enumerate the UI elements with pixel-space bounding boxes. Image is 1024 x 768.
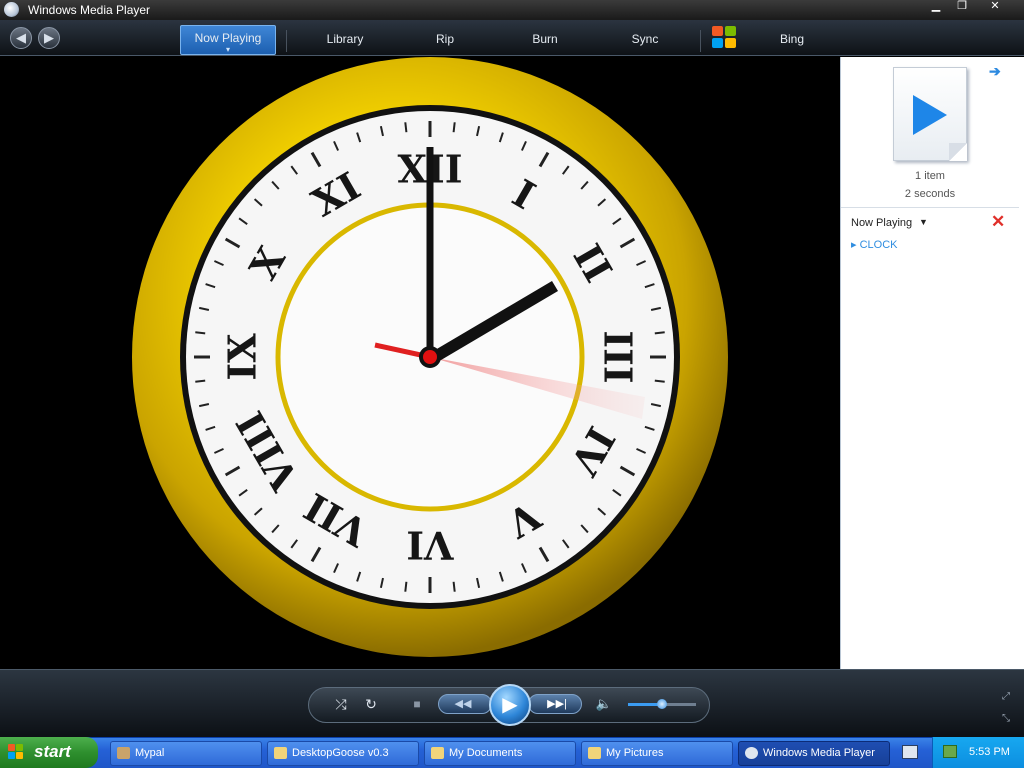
window-title: Windows Media Player <box>28 3 151 17</box>
playlist-item[interactable]: ▸ CLOCK <box>851 238 897 251</box>
taskbar-item-my-documents[interactable]: My Documents <box>424 741 576 766</box>
taskbar-item-label: DesktopGoose v0.3 <box>292 747 389 759</box>
tray-clock: 5:53 PM <box>969 746 1010 758</box>
shuffle-icon[interactable]: ⤮ <box>331 693 351 715</box>
center-pin <box>423 350 437 364</box>
minute-tick <box>195 379 206 383</box>
minute-tick <box>452 581 456 592</box>
fullscreen-icon[interactable]: ⤡ <box>998 708 1014 730</box>
toolbar: ◀ ▶ Now Playing Library Rip Burn Sync Bi… <box>0 20 1024 62</box>
taskbar-item-my-pictures[interactable]: My Pictures <box>581 741 733 766</box>
mute-icon[interactable]: 🔈 <box>594 693 614 715</box>
keyboard-icon[interactable] <box>902 745 918 759</box>
play-icon <box>913 95 947 135</box>
tab-burn[interactable]: Burn <box>518 25 572 55</box>
start-button[interactable]: start <box>0 737 98 768</box>
clear-list-icon[interactable]: ✕ <box>991 212 1005 232</box>
folder-icon <box>588 747 601 759</box>
taskbar-item-label: Mypal <box>135 747 165 759</box>
title-bar: Windows Media Player ▁ ❐ ✕ <box>0 0 1024 20</box>
chevron-down-icon[interactable]: ▼ <box>919 217 928 227</box>
tab-now-playing[interactable]: Now Playing <box>180 25 276 62</box>
tab-sync[interactable]: Sync <box>620 25 670 55</box>
switch-to-skin-icon[interactable]: ⤢ <box>998 686 1014 708</box>
playlist-item-label: CLOCK <box>859 239 898 251</box>
now-playing-list-title[interactable]: Now Playing <box>851 217 912 229</box>
play-button[interactable]: ▶ <box>489 684 531 726</box>
minute-tick <box>654 379 665 383</box>
media-player-icon <box>4 2 19 17</box>
item-count: 1 item <box>915 170 945 182</box>
now-playing-sidebar: ➔ 1 item 2 seconds Now Playing ▼ ✕ ▸ CLO… <box>840 57 1024 669</box>
media-item-thumbnail[interactable] <box>893 67 967 161</box>
clock-numeral: III <box>596 330 641 383</box>
back-arrow-icon[interactable]: ◀ <box>10 27 32 49</box>
volume-handle[interactable] <box>657 699 667 709</box>
folder-icon <box>274 747 287 759</box>
folder-icon <box>431 747 444 759</box>
forward-arrow-icon[interactable]: ➔ <box>989 63 1001 80</box>
volume-level <box>628 703 659 706</box>
tab-divider <box>286 30 287 52</box>
clock-visualization: XIIIIIIIIIVVVIVIIVIIIIXXXI <box>132 57 728 657</box>
minute-tick <box>195 331 206 335</box>
tab-rip[interactable]: Rip <box>420 25 470 55</box>
media-player-icon <box>745 747 758 759</box>
video-area: XIIIIIIIIIVVVIVIIVIIIIXXXI <box>4 57 840 669</box>
minimize-button[interactable]: ▁ <box>924 0 948 14</box>
minute-tick <box>452 122 456 133</box>
windows-flag-icon <box>8 744 24 760</box>
taskbar-item-label: My Pictures <box>606 747 664 759</box>
close-button[interactable]: ✕ <box>982 0 1008 14</box>
taskbar-item-label: My Documents <box>449 747 523 759</box>
next-icon[interactable]: ▶▶| <box>540 693 574 715</box>
mypal-icon <box>117 747 130 759</box>
minute-tick <box>404 581 408 592</box>
start-label: start <box>34 742 71 761</box>
system-tray: 5:53 PM <box>932 737 1024 768</box>
minute-tick <box>654 331 665 335</box>
previous-icon[interactable]: ◀◀ <box>446 693 480 715</box>
repeat-icon[interactable]: ↻ <box>361 693 381 715</box>
network-icon[interactable] <box>943 745 957 758</box>
clock-numeral: IX <box>220 333 265 381</box>
stop-icon[interactable]: ■ <box>407 693 427 715</box>
maximize-button[interactable]: ❐ <box>950 0 974 14</box>
total-duration: 2 seconds <box>904 188 956 200</box>
taskbar-item-label: Windows Media Player <box>763 747 875 759</box>
clock-numeral: VI <box>406 523 454 568</box>
taskbar-item-desktopgoose[interactable]: DesktopGoose v0.3 <box>267 741 419 766</box>
divider <box>841 207 1019 208</box>
taskbar-item-windows-media-player[interactable]: Windows Media Player <box>738 741 890 766</box>
tab-bing[interactable]: Bing <box>766 25 818 55</box>
minute-tick <box>404 122 408 133</box>
forward-arrow-icon[interactable]: ▶ <box>38 27 60 49</box>
tab-library[interactable]: Library <box>310 25 380 55</box>
taskbar-item-mypal[interactable]: Mypal <box>110 741 262 766</box>
windows-logo-icon <box>712 26 738 50</box>
tab-divider <box>700 30 701 52</box>
